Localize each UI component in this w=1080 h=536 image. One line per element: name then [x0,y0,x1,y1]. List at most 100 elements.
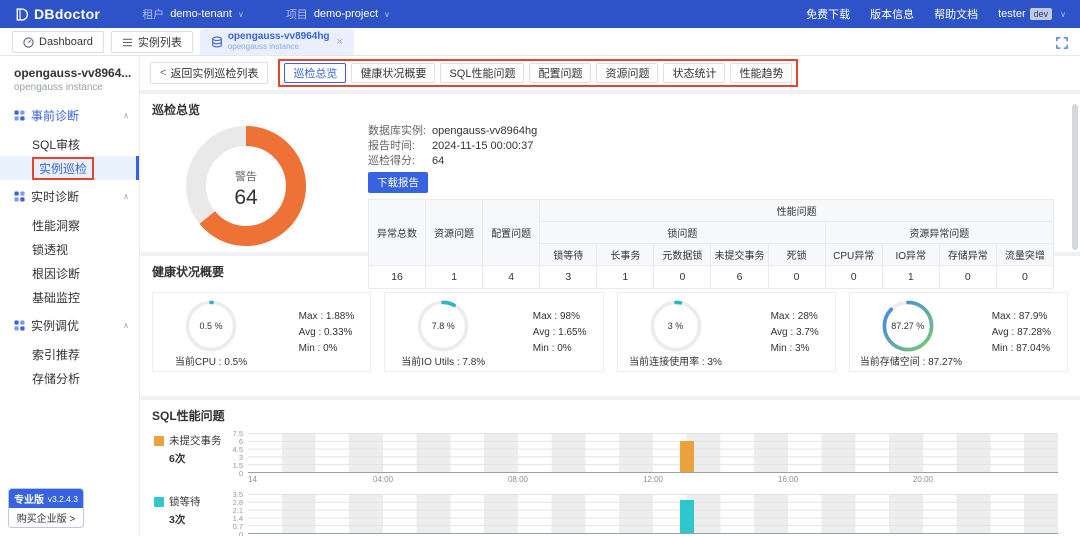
top-bar: DBdoctor 租户 demo-tenant ∨ 项目 demo-projec… [0,0,1080,28]
sidebar-item-label: 存储分析 [32,371,81,386]
sidebar-item[interactable]: SQL审核 [0,132,139,156]
stat-line: Avg : 3.7% [770,326,819,338]
gauge-stats: Max : 98% Avg : 1.65% Min : 0% [533,311,587,354]
close-icon[interactable]: × [337,36,343,48]
section-title: 巡检总览 [152,103,201,117]
data-bar[interactable] [679,440,694,472]
fullscreen-icon[interactable] [1056,36,1068,54]
table-header: CPU异常 [824,243,883,266]
tab-opengauss-instance[interactable]: opengauss-vv8964hg opengauss instance × [199,29,354,55]
health-metric-card: 0.5 % 当前CPU : 0.5% Max : 1.88% Avg : 0.33% M… [152,292,372,372]
user-menu[interactable]: tester dev ∨ [998,8,1066,20]
chevron-up-icon[interactable]: ∧ [123,321,129,330]
vertical-scrollbar[interactable] [1072,104,1078,250]
license-box[interactable]: 专业版 v3.2.4.3 购买企业版 > [8,488,84,528]
tenant-value: demo-tenant [170,8,232,20]
sidebar-group[interactable]: 事前诊断 ∧ [0,99,139,132]
dashboard-icon [23,36,34,48]
y-tick-label: 0 [238,529,243,536]
score-donut-chart: 警告 64 [180,120,312,252]
sidebar-group[interactable]: 实时诊断 ∧ [0,180,139,213]
donut-status-label: 警告 [235,169,257,183]
stat-line: Min : 0% [298,342,338,354]
link-help-docs[interactable]: 帮助文档 [934,6,978,22]
occurrence-count: 6次 [169,453,186,465]
table-header: 元数据锁 [653,243,712,266]
table-header: 长事务 [596,243,655,266]
chevron-down-icon: ∨ [384,9,390,19]
project-selector[interactable]: 项目 demo-project ∨ [286,6,390,22]
sidebar-item[interactable]: 根因诊断 [0,261,139,285]
table-header: 流量突增 [995,243,1055,266]
grid-icon [14,191,25,202]
download-report-button[interactable]: 下载报告 [368,172,428,193]
table-cell: 4 [482,265,541,289]
gauge-value: 0.5 % [199,320,223,331]
report-tab[interactable]: 状态统计 [663,63,726,83]
chevron-up-icon[interactable]: ∧ [123,111,129,120]
legend-label: 锁等待 [169,496,201,508]
gauge-stats: Max : 1.88% Avg : 0.33% Min : 0% [299,311,355,354]
report-tab[interactable]: 健康状况概要 [351,63,436,83]
tab-instance-list[interactable]: 实例列表 [110,31,193,53]
data-bar[interactable] [679,499,694,533]
sidebar-item-label: 基础监控 [32,290,81,305]
stat-line: Min : 0% [532,342,572,354]
chevron-up-icon[interactable]: ∧ [123,192,129,201]
sql-issue-chart: 未提交事务 6次 7.5 6 4.5 3 1.5 0 14 04:00 08:00 12:00 16:0… [152,429,1068,485]
table-header: 资源问题 [425,199,484,266]
user-env-badge: dev [1029,8,1053,20]
back-button[interactable]: < 返回实例巡检列表 [150,62,269,84]
table-cell: 0 [995,265,1055,289]
sidebar-item[interactable]: 索引推荐 [0,342,139,366]
table-cell: 3 [539,265,598,289]
report-tab[interactable]: 配置问题 [529,63,592,83]
window-tab-bar: Dashboard 实例列表 opengauss-vv8964hg openga… [0,28,1080,56]
legend-swatch [154,496,164,507]
report-tab[interactable]: 资源问题 [596,63,659,83]
health-metric-card: 87.27 % 当前存储空间 : 87.27% Max : 87.9% Avg : 8… [848,292,1068,372]
gauge-stats: Max : 28% Avg : 3.7% Min : 3% [771,311,819,354]
sidebar-item-label: SQL审核 [32,137,81,152]
sidebar-item-label: 性能洞察 [32,218,81,233]
sidebar-item[interactable]: 基础监控 [0,285,139,309]
report-tab[interactable]: 巡检总览 [284,63,347,83]
report-tab[interactable]: SQL性能问题 [440,63,525,83]
stat-line: Min : 87.04% [991,342,1051,354]
sidebar-item[interactable]: 锁透视 [0,237,139,261]
link-free-download[interactable]: 免费下载 [806,6,850,22]
report-content: 巡检总览 警告 64 数据库实例: opengauss-vv8964hg 报告时… [140,90,1080,536]
sidebar-item[interactable]: 实例巡检 [0,156,139,180]
tab-sublabel: opengauss instance [227,42,299,51]
sidebar-item[interactable]: 性能洞察 [0,213,139,237]
sidebar-item-label: 根因诊断 [32,266,81,281]
chevron-left-icon: < [160,67,167,79]
annotation-box-sidebar: 实例巡检 [32,156,95,180]
info-row-instance: 数据库实例: opengauss-vv8964hg [368,125,538,137]
annotation-box-tabs: 巡检总览 健康状况概要 SQL性能问题 配置问题 资源问题 状态统计 性能趋势 [278,59,799,87]
x-tick-label: 08:00 [507,475,528,484]
table-header: 异常总数 [367,199,427,266]
health-metric-card: 7.8 % 当前IO Utils : 7.8% Max : 98% Avg : 1.6… [384,292,604,372]
link-version-info[interactable]: 版本信息 [870,6,914,22]
table-cell: 1 [596,265,655,289]
x-tick-label: 14 [248,475,257,484]
upgrade-link[interactable]: 购买企业版 > [9,508,83,527]
project-label: 项目 [285,9,308,21]
version-label: v3.2.4.3 [47,493,78,504]
tenant-selector[interactable]: 租户 demo-tenant ∨ [142,6,244,22]
tab-label: opengauss-vv8964hg [227,31,330,42]
chart-area: 3.52.82.11.40.701404:0008:0012:0016:0020… [224,490,1058,536]
instance-name: opengauss-vv8964... [14,66,132,80]
report-tab[interactable]: 性能趋势 [730,63,793,83]
gauge-value: 3 % [667,320,684,331]
stat-line: Min : 3% [770,342,810,354]
sidebar-group[interactable]: 实例调优 ∧ [0,309,139,342]
sidebar-item[interactable]: 存储分析 [0,366,139,390]
occurrence-count: 3次 [169,514,186,526]
table-header: 配置问题 [482,199,541,266]
tab-dashboard[interactable]: Dashboard [12,31,104,53]
grid-icon [14,110,25,121]
brand-logo[interactable]: DBdoctor [14,6,100,22]
sidebar-group-label: 实例调优 [31,319,80,333]
